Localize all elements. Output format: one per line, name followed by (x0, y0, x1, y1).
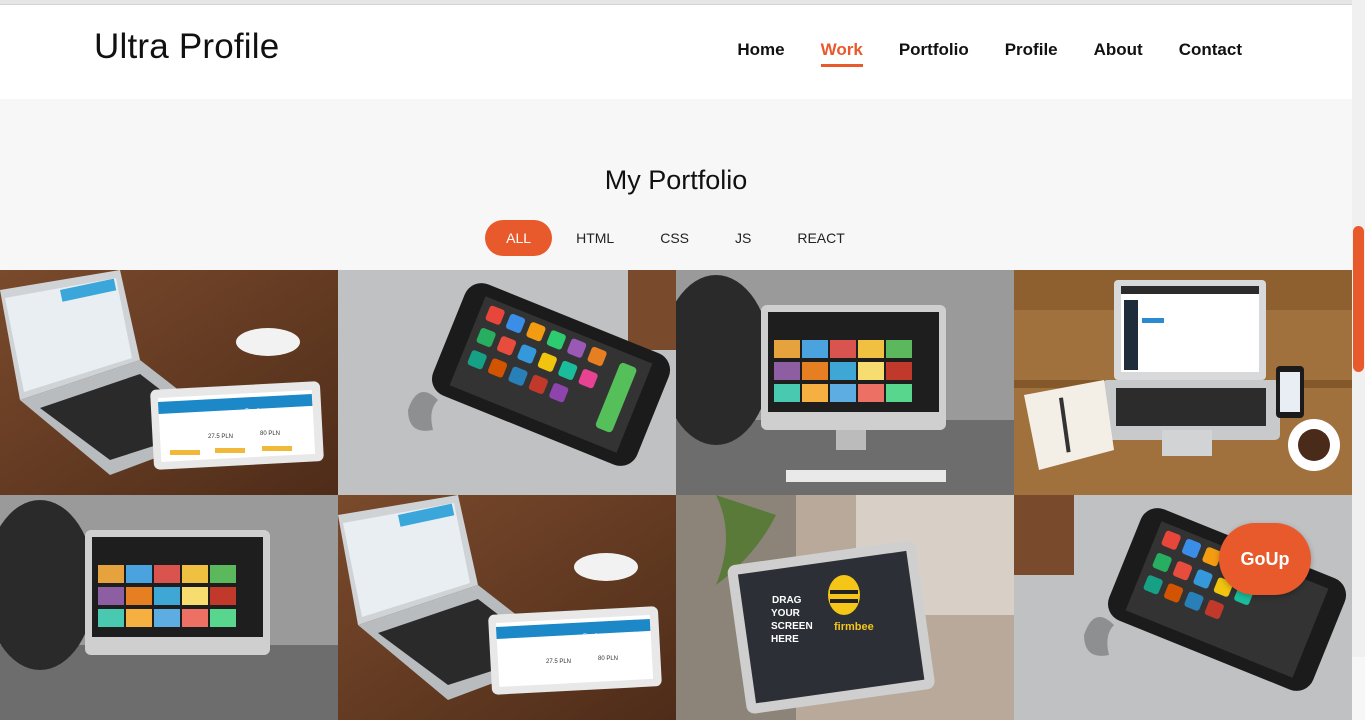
macbook-ipad-image: Cennik 27.5 PLN 80 PLN (0, 270, 338, 495)
imac-person-image (676, 270, 1014, 495)
ipad-title: Cennik (245, 408, 261, 414)
laptop-firmbee-image: DRAG YOUR SCREEN HERE firmbee (676, 495, 1014, 720)
portfolio-item-3[interactable] (676, 270, 1014, 495)
go-up-button[interactable]: GoUp (1219, 523, 1311, 595)
iphone-image (1014, 495, 1352, 720)
ipad-title: Cennik (583, 633, 599, 639)
filter-html[interactable]: HTML (554, 220, 636, 256)
tagline-line3: SCREEN (771, 621, 813, 632)
ipad-price-1: 27.5 PLN (208, 434, 233, 440)
nav-work[interactable]: Work (820, 40, 863, 67)
nav-contact[interactable]: Contact (1179, 40, 1242, 67)
portfolio-item-2[interactable] (338, 270, 676, 495)
portfolio-item-6[interactable]: Cennik 27.5 PLN 80 PLN (338, 495, 676, 720)
filter-all[interactable]: ALL (485, 220, 553, 256)
nav-about[interactable]: About (1094, 40, 1143, 67)
portfolio-item-4[interactable] (1014, 270, 1352, 495)
portfolio-item-1[interactable]: Cennik 27.5 PLN 80 PLN (0, 270, 338, 495)
nav-profile[interactable]: Profile (1005, 40, 1058, 67)
imac-person-image (0, 495, 338, 720)
portfolio-item-5[interactable] (0, 495, 338, 720)
portfolio-item-8[interactable] (1014, 495, 1352, 720)
scrollbar-thumb[interactable] (1353, 226, 1364, 372)
filter-css[interactable]: CSS (638, 220, 711, 256)
laptop-desk-image (1014, 270, 1352, 495)
nav-home[interactable]: Home (737, 40, 784, 67)
firmbee-logo: firmbee (834, 621, 874, 633)
tagline-line4: HERE (771, 634, 799, 645)
site-header: Ultra Profile Home Work Portfolio Profil… (0, 5, 1352, 99)
tagline-line1: DRAG (772, 595, 802, 606)
ipad-price-1: 27.5 PLN (546, 659, 571, 665)
tagline-line2: YOUR (771, 608, 801, 619)
portfolio-title: My Portfolio (604, 165, 748, 195)
main-nav: Home Work Portfolio Profile About Contac… (737, 40, 1242, 67)
nav-portfolio[interactable]: Portfolio (899, 40, 969, 67)
portfolio-grid: Cennik 27.5 PLN 80 PLN Cennik 27.5 PLN 8… (0, 270, 1352, 720)
filter-bar: ALL HTML CSS JS REACT (0, 220, 1352, 256)
filter-js[interactable]: JS (713, 220, 773, 256)
ipad-price-2: 80 PLN (260, 431, 280, 437)
page-scrollbar[interactable] (1352, 0, 1365, 657)
filter-react[interactable]: REACT (775, 220, 866, 256)
macbook-ipad-image: Cennik 27.5 PLN 80 PLN (338, 495, 676, 720)
portfolio-item-7[interactable]: DRAG YOUR SCREEN HERE firmbee (676, 495, 1014, 720)
iphone-image (338, 270, 676, 495)
brand-logo[interactable]: Ultra Profile (94, 27, 279, 67)
